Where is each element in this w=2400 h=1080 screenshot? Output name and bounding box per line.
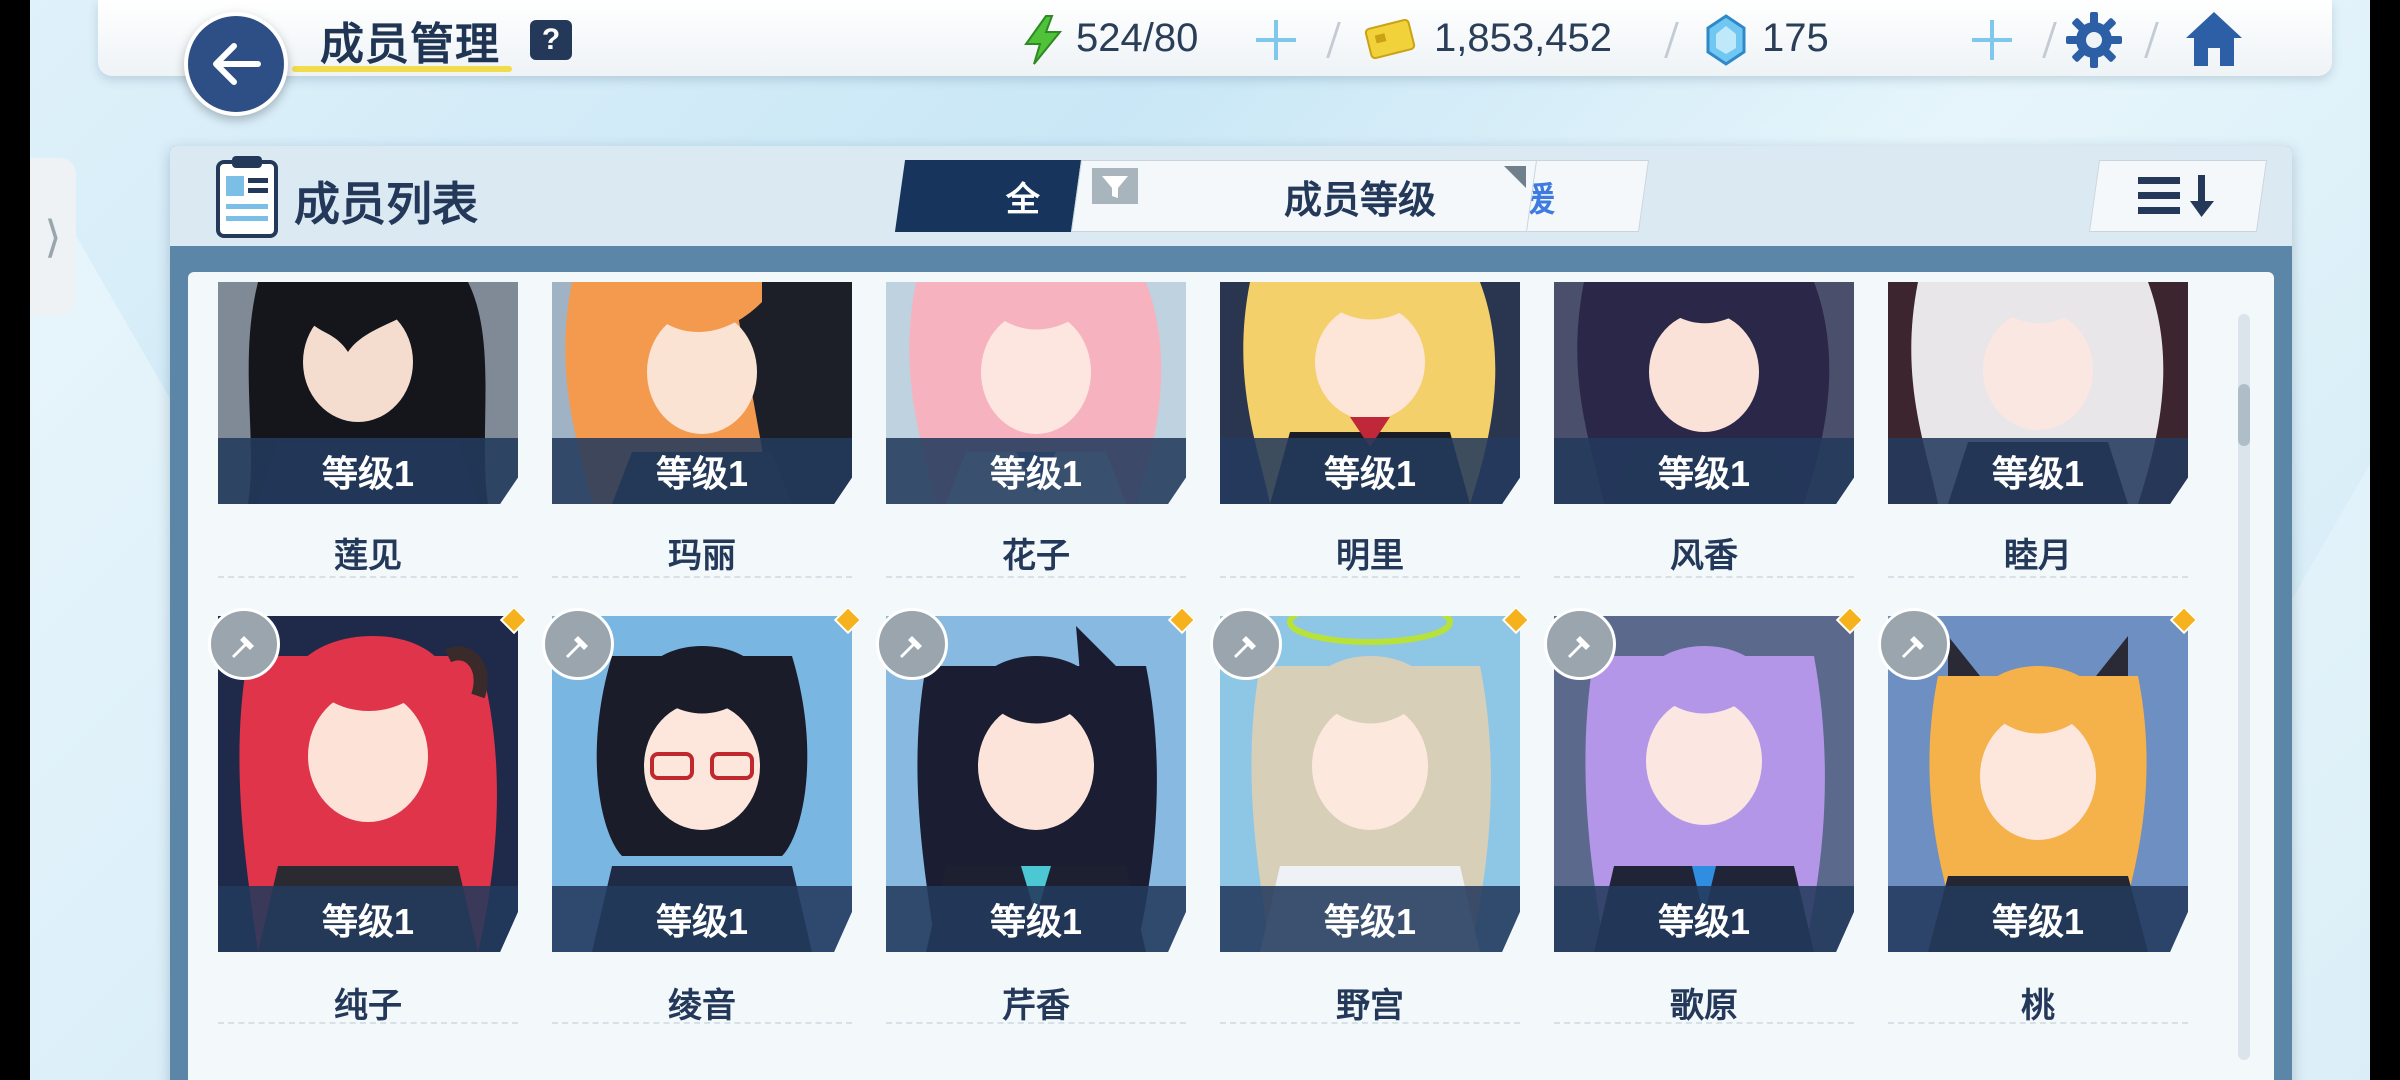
- member-name: 绫音: [668, 987, 736, 1025]
- member-name: 野宫: [1336, 987, 1404, 1025]
- level-badge: 等级1: [1554, 886, 1854, 952]
- back-arrow-icon: [213, 43, 261, 85]
- member-portrait: 等级1: [1888, 282, 2188, 504]
- pin-icon: [566, 630, 588, 658]
- member-portrait: 等级1: [1220, 282, 1520, 504]
- lightning-icon: [1024, 15, 1063, 65]
- gems-value: 175: [1762, 15, 1829, 60]
- member-portrait: 等级1: [218, 282, 518, 504]
- pin-icon: [900, 630, 922, 658]
- member-name: 睦月: [2004, 537, 2072, 575]
- name-divider: [1554, 1022, 1854, 1024]
- member-name: 花子: [1002, 537, 1070, 575]
- back-button[interactable]: [184, 12, 288, 116]
- dropdown-corner-icon: [1504, 166, 1526, 188]
- level-badge: 等级1: [218, 886, 518, 952]
- pin-button[interactable]: [876, 608, 948, 680]
- member-grid-area: 等级1 莲见 等级1 玛丽 等级1 花子 等级1 明里 等级1 风香 等级1 睦…: [188, 272, 2274, 1080]
- level-badge: 等级1: [1888, 438, 2188, 504]
- pin-button[interactable]: [1878, 608, 1950, 680]
- member-name: 芹香: [1002, 987, 1070, 1025]
- member-name: 莲见: [334, 537, 402, 575]
- gems-plus-button[interactable]: [1966, 14, 2018, 66]
- name-divider: [1554, 576, 1854, 578]
- pin-button[interactable]: [208, 608, 280, 680]
- member-name: 明里: [1336, 537, 1404, 575]
- name-divider: [886, 1022, 1186, 1024]
- pin-button[interactable]: [1544, 608, 1616, 680]
- level-badge: 等级1: [552, 438, 852, 504]
- level-badge: 等级1: [1220, 438, 1520, 504]
- pin-icon: [1234, 630, 1256, 658]
- name-divider: [886, 576, 1186, 578]
- pin-icon: [232, 630, 254, 658]
- level-badge: 等级1: [886, 438, 1186, 504]
- level-badge: 等级1: [552, 886, 852, 952]
- side-drawer-handle[interactable]: ⟩: [30, 158, 76, 316]
- credits-value: 1,853,452: [1434, 15, 1612, 60]
- member-portrait: 等级1: [1554, 282, 1854, 504]
- name-divider: [1888, 576, 2188, 578]
- pin-icon: [1568, 630, 1590, 658]
- gear-icon[interactable]: [2064, 10, 2124, 70]
- member-name: 桃: [2021, 987, 2055, 1025]
- member-name: 风香: [1670, 537, 1738, 575]
- title-underline: [292, 66, 512, 72]
- ap-plus-button[interactable]: [1250, 14, 1302, 66]
- plus-icon: [1256, 20, 1296, 60]
- name-divider: [552, 576, 852, 578]
- name-divider: [1220, 1022, 1520, 1024]
- home-icon[interactable]: [2182, 8, 2246, 70]
- level-badge: 等级1: [218, 438, 518, 504]
- level-badge: 等级1: [1888, 886, 2188, 952]
- ap-value: 524/80: [1076, 15, 1199, 60]
- pin-icon: [1902, 630, 1924, 658]
- page-title: 成员管理: [320, 20, 500, 69]
- pin-button[interactable]: [1210, 608, 1282, 680]
- pin-button[interactable]: [542, 608, 614, 680]
- tab-label: 全: [1006, 180, 1040, 219]
- scrollbar[interactable]: [2238, 314, 2250, 1060]
- filter-icon: [1092, 168, 1138, 204]
- name-divider: [1220, 576, 1520, 578]
- panel-title: 成员列表: [294, 178, 478, 230]
- name-divider: [218, 1022, 518, 1024]
- sort-order-button[interactable]: [2088, 160, 2268, 232]
- filter-label: 成员等级: [1283, 179, 1436, 222]
- name-divider: [552, 1022, 852, 1024]
- member-list-panel: 成员列表 全 突击 支援 成员等级: [170, 146, 2292, 1080]
- name-divider: [218, 576, 518, 578]
- pyroxene-gem-icon: [1706, 14, 1746, 66]
- member-portrait: 等级1: [886, 282, 1186, 504]
- sort-descending-icon: [2138, 175, 2214, 217]
- member-name: 玛丽: [668, 537, 736, 575]
- help-button[interactable]: ?: [530, 20, 572, 60]
- member-name: 歌原: [1670, 987, 1738, 1025]
- credit-card-icon: [1364, 18, 1416, 60]
- member-list-icon: [216, 156, 278, 238]
- level-badge: 等级1: [886, 886, 1186, 952]
- member-name: 纯子: [334, 987, 402, 1025]
- name-divider: [1888, 1022, 2188, 1024]
- plus-icon: [1972, 20, 2012, 60]
- member-portrait: 等级1: [552, 282, 852, 504]
- level-badge: 等级1: [1220, 886, 1520, 952]
- game-screen: ⟩ 成员管理 ? 524/80 1,853,452 175 成员列表 全 成员等…: [30, 0, 2370, 1080]
- level-badge: 等级1: [1554, 438, 1854, 504]
- scroll-thumb[interactable]: [2238, 384, 2250, 446]
